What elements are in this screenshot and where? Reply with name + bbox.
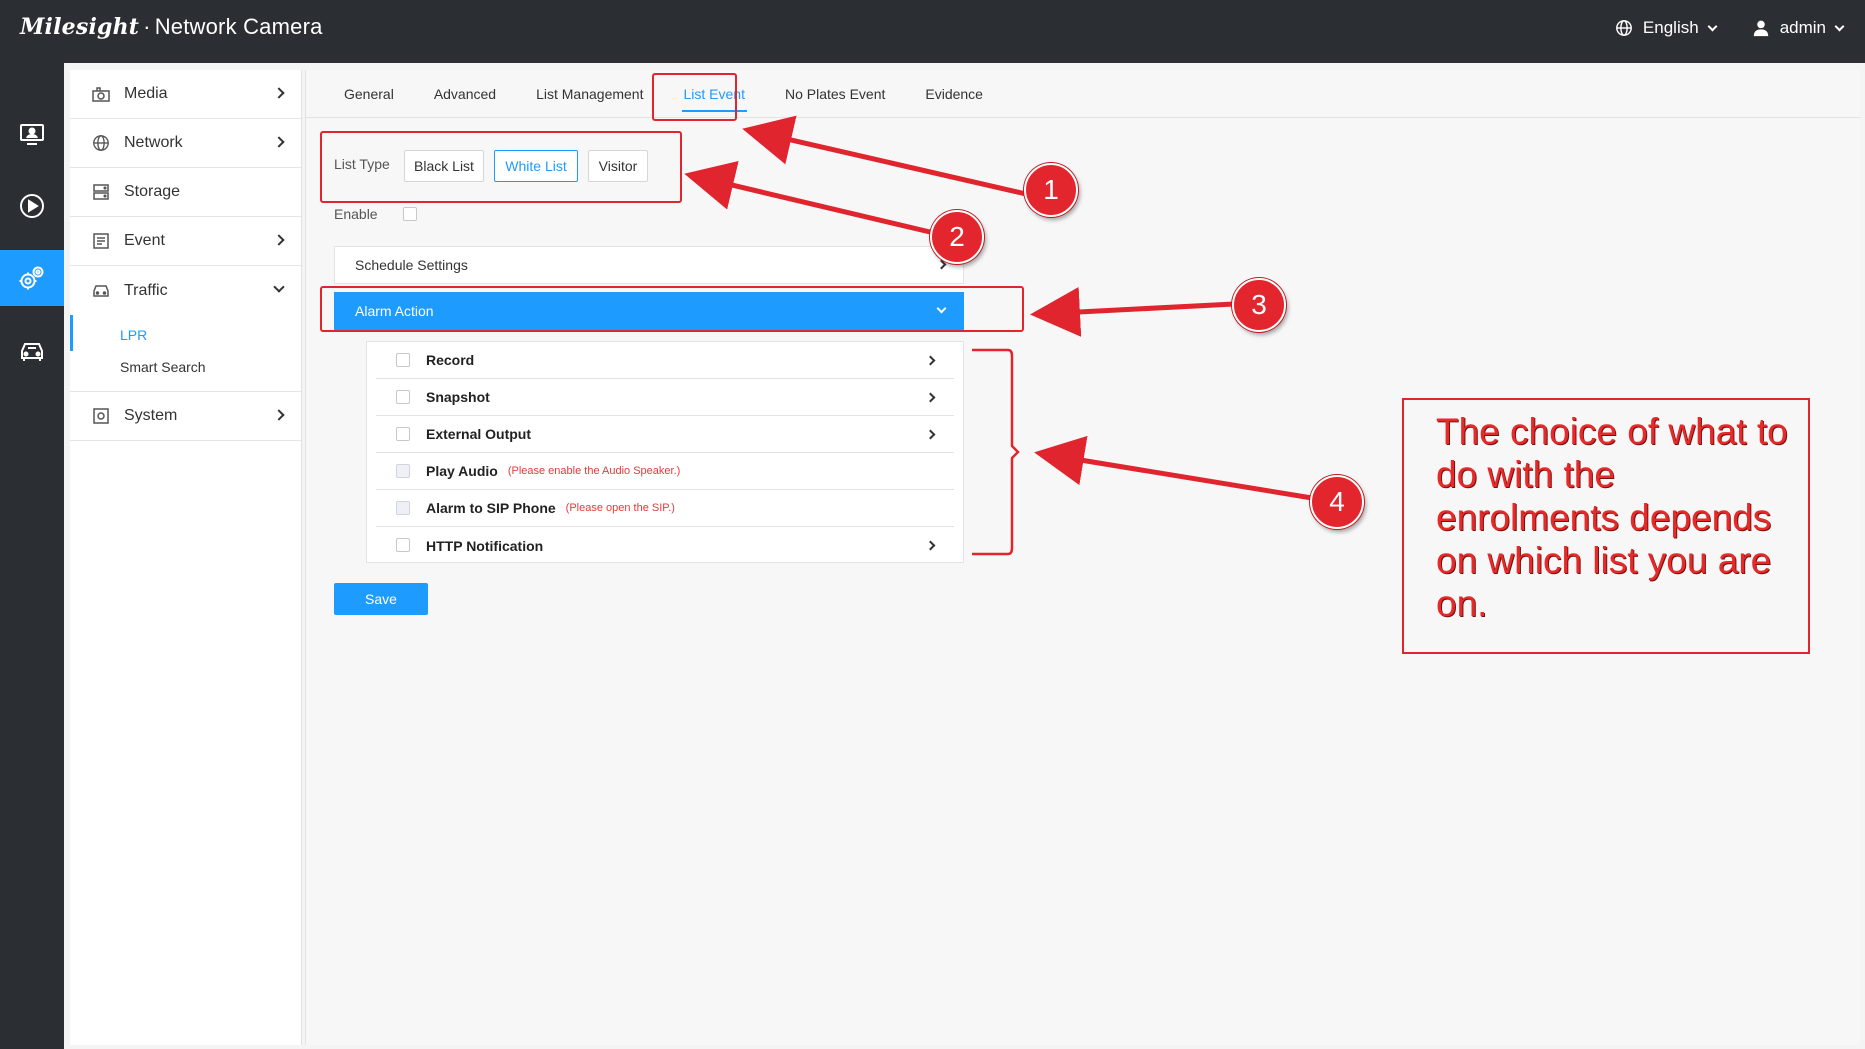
sub-item-smart-search[interactable]: Smart Search: [70, 351, 301, 383]
brand-logo: Milesight: [20, 14, 140, 40]
annotation-marker-1: 1: [1024, 163, 1078, 217]
language-selector[interactable]: English: [1615, 18, 1718, 38]
enable-checkbox[interactable]: [403, 207, 417, 221]
top-right-controls: English admin: [1615, 18, 1845, 38]
chevron-right-icon: [925, 540, 936, 551]
menu-item-network[interactable]: Network: [70, 119, 301, 168]
action-label: External Output: [426, 426, 532, 442]
schedule-settings-row[interactable]: Schedule Settings: [334, 246, 964, 284]
language-label: English: [1642, 18, 1699, 37]
record-checkbox[interactable]: [396, 353, 410, 367]
menu-item-label: Storage: [124, 183, 181, 200]
annotation-box-alarm-action: [320, 286, 1024, 332]
menu-item-label: Traffic: [124, 281, 168, 299]
tab-no-plates-event[interactable]: No Plates Event: [765, 70, 905, 118]
system-icon: [92, 407, 110, 425]
chevron-down-icon: [1707, 21, 1718, 31]
live-view-icon: [20, 124, 44, 145]
action-record[interactable]: Record: [376, 342, 954, 379]
external-output-checkbox[interactable]: [396, 427, 410, 441]
action-label: Alarm to SIP Phone: [426, 500, 556, 516]
traffic-submenu: LPR Smart Search: [70, 315, 301, 392]
menu-item-storage[interactable]: Storage: [70, 168, 301, 217]
media-icon: [92, 85, 110, 103]
vehicle-icon: [21, 343, 43, 361]
action-play-audio: Play Audio (Please enable the Audio Spea…: [376, 453, 954, 490]
action-http-notification[interactable]: HTTP Notification: [376, 527, 954, 564]
tab-list-management[interactable]: List Management: [516, 70, 663, 118]
menu-item-traffic[interactable]: Traffic: [70, 266, 301, 315]
chevron-down-icon: [273, 281, 285, 293]
enable-label: Enable: [334, 206, 378, 222]
menu-item-label: Network: [124, 134, 183, 151]
chevron-right-icon: [273, 409, 285, 421]
user-menu[interactable]: admin: [1752, 18, 1845, 38]
chevron-right-icon: [273, 87, 285, 99]
sub-item-lpr[interactable]: LPR: [70, 315, 301, 351]
schedule-settings-label: Schedule Settings: [355, 257, 468, 273]
sip-phone-note: (Please open the SIP.): [565, 502, 675, 514]
sip-phone-checkbox: [396, 501, 410, 515]
event-icon: [92, 232, 110, 250]
action-snapshot[interactable]: Snapshot: [376, 379, 954, 416]
network-globe-icon: [92, 134, 110, 152]
menu-item-system[interactable]: System: [70, 392, 301, 441]
menu-item-label: Event: [124, 232, 165, 249]
storage-icon: [92, 183, 110, 201]
annotation-marker-3: 3: [1232, 278, 1286, 332]
play-audio-note: (Please enable the Audio Speaker.): [507, 465, 681, 477]
top-bar: Milesight · Network Camera English admin: [0, 0, 1865, 63]
annotation-note-text: The choice of what to do with the enrolm…: [1436, 411, 1788, 624]
annotation-marker-2: 2: [930, 210, 984, 264]
side-menu: Media Network Storage Event Traffic LPR …: [70, 70, 302, 1045]
chevron-right-icon: [925, 355, 936, 366]
brand-separator: ·: [143, 14, 151, 39]
brand: Milesight · Network Camera: [20, 14, 323, 40]
menu-item-media[interactable]: Media: [70, 70, 301, 119]
rail-settings[interactable]: [0, 250, 64, 306]
tab-general[interactable]: General: [324, 70, 414, 118]
icon-rail: [0, 63, 64, 1049]
play-audio-checkbox: [396, 464, 410, 478]
chevron-right-icon: [925, 429, 936, 440]
chevron-right-icon: [273, 136, 285, 148]
http-notification-checkbox[interactable]: [396, 538, 410, 552]
user-label: admin: [1779, 18, 1826, 37]
tab-evidence[interactable]: Evidence: [905, 70, 1003, 118]
tab-advanced[interactable]: Advanced: [414, 70, 516, 118]
annotation-box-list-event-tab: [652, 73, 737, 121]
chevron-down-icon: [1834, 21, 1845, 31]
annotation-box-list-type: [320, 131, 682, 203]
globe-icon: [1616, 20, 1632, 36]
tab-bar: General Advanced List Management List Ev…: [306, 70, 1861, 118]
action-label: Record: [426, 352, 475, 368]
alarm-action-list: Record Snapshot External Output Play Aud…: [366, 341, 964, 563]
rail-vehicle[interactable]: [0, 323, 64, 379]
action-external-output[interactable]: External Output: [376, 416, 954, 453]
action-label: Snapshot: [426, 389, 490, 405]
menu-item-event[interactable]: Event: [70, 217, 301, 266]
action-label: HTTP Notification: [426, 537, 544, 554]
annotation-note-box: The choice of what to do with the enrolm…: [1402, 398, 1810, 654]
app-window: Milesight·Network Camera English admin: [0, 0, 1865, 1049]
playback-icon: [20, 194, 44, 218]
chevron-right-icon: [273, 234, 285, 246]
annotation-marker-4: 4: [1310, 475, 1364, 529]
action-label: Play Audio: [426, 463, 498, 479]
save-button[interactable]: Save: [334, 583, 428, 615]
chevron-right-icon: [925, 392, 936, 403]
brand-product: Network Camera: [154, 14, 323, 39]
user-icon: [1753, 20, 1768, 37]
settings-icon: [19, 266, 44, 290]
menu-item-label: Media: [124, 85, 168, 102]
action-alarm-to-sip-phone: Alarm to SIP Phone (Please open the SIP.…: [376, 490, 954, 527]
rail-live-view[interactable]: [0, 107, 64, 163]
menu-item-label: System: [124, 407, 178, 424]
rail-playback[interactable]: [0, 178, 64, 234]
snapshot-checkbox[interactable]: [396, 390, 410, 404]
traffic-car-icon: [92, 282, 110, 300]
